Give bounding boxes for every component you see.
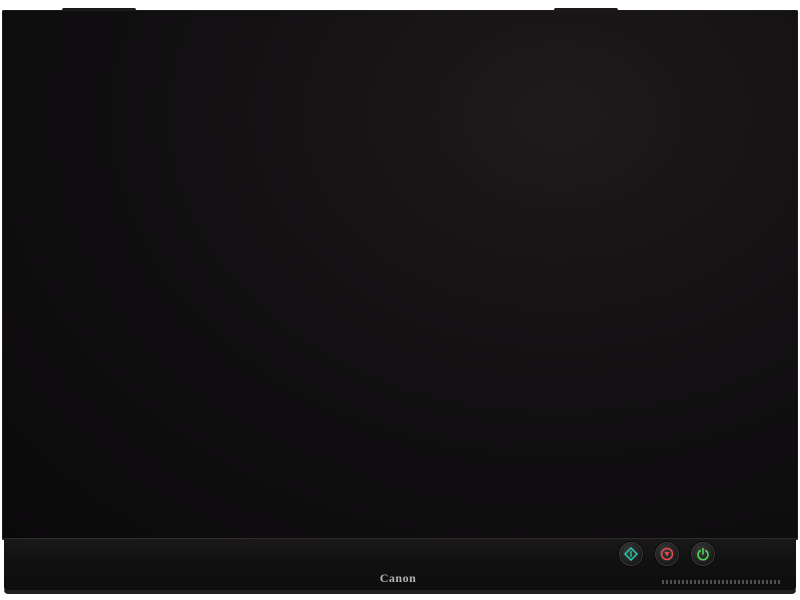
stop-icon [660,547,674,561]
stop-button[interactable] [656,543,678,565]
power-button[interactable] [692,543,714,565]
scanner-base-edge [4,590,796,594]
power-icon [697,547,709,561]
scanner-scene: Canon [0,0,800,600]
scanner-lid [2,10,798,540]
model-label [662,580,782,584]
scan-button[interactable] [620,543,642,565]
brand-logo: Canon [379,571,417,585]
scan-start-icon [624,547,638,561]
